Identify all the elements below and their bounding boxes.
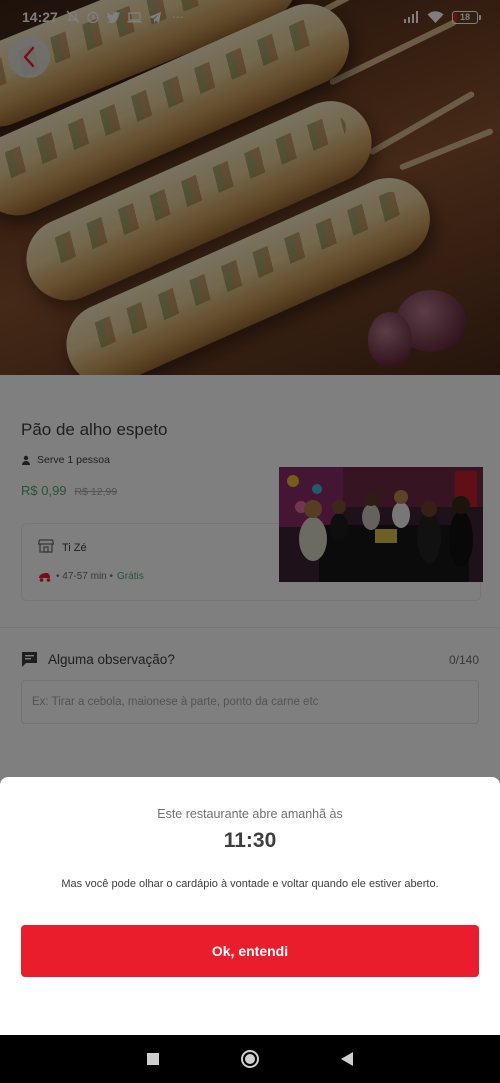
restaurant-closed-sheet: Este restaurante abre amanhã às 11:30 Ma… [0,777,500,1035]
closed-message: Este restaurante abre amanhã às [157,807,343,821]
home-button[interactable] [241,1050,259,1068]
screen: 14:27 ⋯ 18 Pão de alho espeto Serve 1 pe… [0,0,500,1083]
closed-subtext: Mas você pode olhar o cardápio à vontade… [61,878,439,890]
opening-time: 11:30 [223,829,277,852]
back-nav-button[interactable] [341,1052,353,1066]
navigation-bar [0,1035,500,1083]
recents-button[interactable] [147,1053,159,1065]
ok-button[interactable]: Ok, entendi [21,925,479,977]
